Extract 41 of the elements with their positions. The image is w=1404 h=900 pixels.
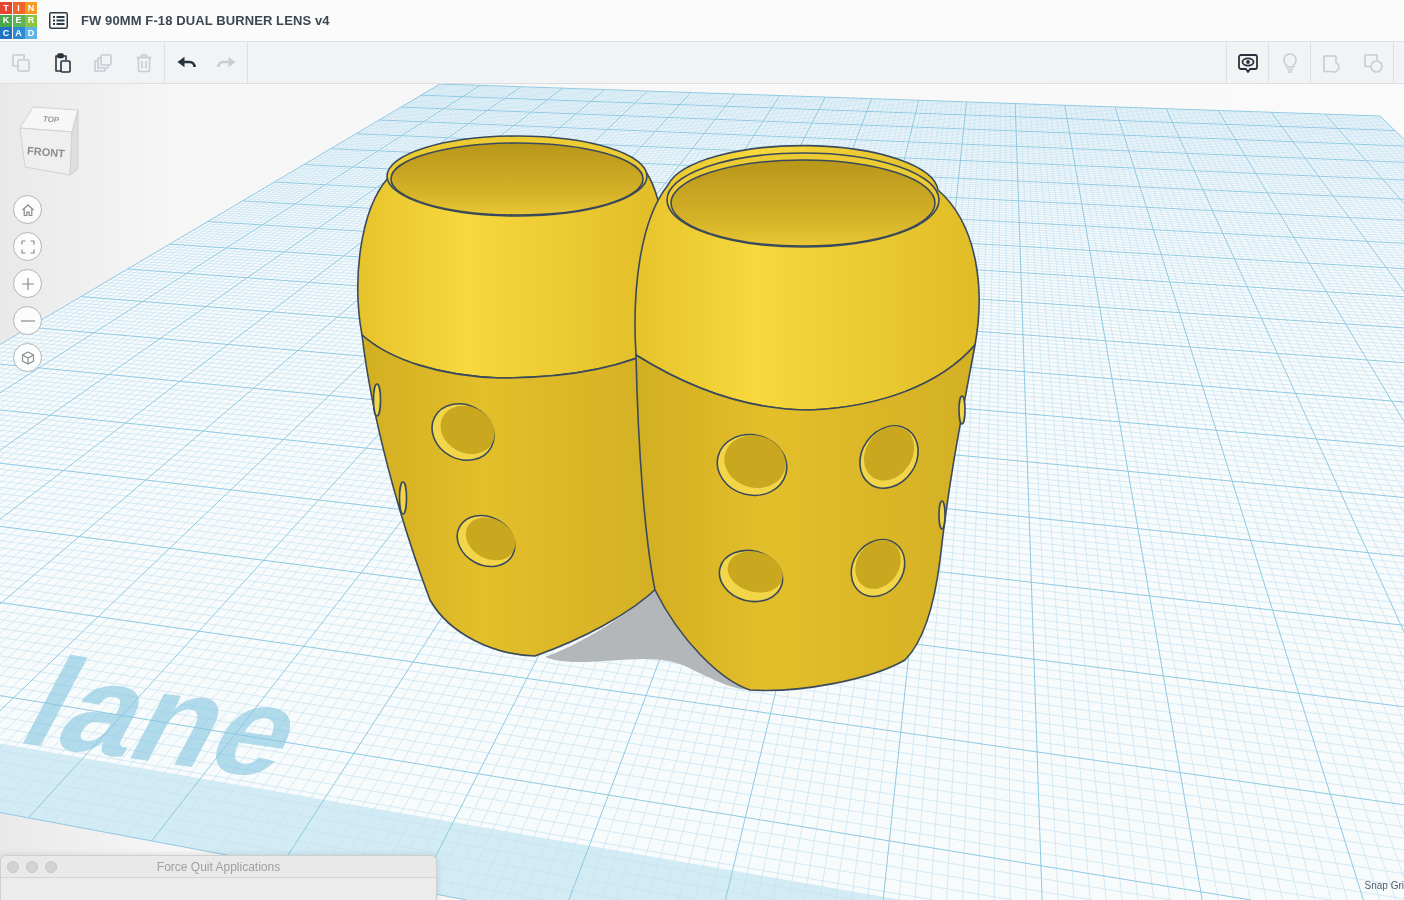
corners-icon xyxy=(20,239,35,254)
logo-tile: A xyxy=(12,27,25,39)
logo-tile: T xyxy=(0,2,12,14)
plus-icon xyxy=(20,276,35,291)
design-title: FW 90MM F-18 DUAL BURNER LENS v4 xyxy=(81,13,330,28)
minus-icon xyxy=(20,319,35,322)
logo-tile: R xyxy=(25,14,37,27)
design-list-button[interactable] xyxy=(48,11,68,30)
logo-tile: K xyxy=(0,14,12,27)
home-icon xyxy=(20,202,35,217)
logo-tile: C xyxy=(0,27,12,39)
logo-tile: E xyxy=(12,14,25,27)
close-button[interactable] xyxy=(7,860,19,873)
eye-bubble-icon xyxy=(1236,51,1259,74)
window-title: Force Quit Applications xyxy=(156,859,281,874)
vent-hole xyxy=(718,549,784,603)
vent-hole xyxy=(958,395,966,425)
logo-tile: N xyxy=(25,2,37,14)
vent-hole xyxy=(716,433,788,497)
vent-hole xyxy=(431,403,495,461)
minimize-button[interactable] xyxy=(26,860,38,873)
workplane-label: lane xyxy=(0,631,331,804)
duplicate-icon xyxy=(91,51,114,74)
cube-icon xyxy=(20,350,35,365)
view-cube[interactable] xyxy=(19,106,79,176)
vent-hole xyxy=(859,425,919,489)
vent-hole xyxy=(372,383,382,417)
logo[interactable]: T I N K E R C A D xyxy=(0,2,37,39)
cube-front-label: FRONT xyxy=(26,144,66,160)
snap-grid-label[interactable]: Snap Gri xyxy=(1364,880,1404,891)
vent-hole xyxy=(938,500,946,530)
logo-tile: I xyxy=(12,2,25,14)
copy-icon xyxy=(9,51,32,74)
overlapping-shapes-icon xyxy=(1361,51,1384,74)
list-icon xyxy=(48,12,68,29)
zoom-button[interactable] xyxy=(45,860,57,873)
vent-hole xyxy=(850,538,906,598)
vent-hole xyxy=(398,481,408,515)
logo-tile: D xyxy=(25,27,37,39)
cube-top-label: TOP xyxy=(42,114,60,125)
vent-hole xyxy=(456,514,516,568)
